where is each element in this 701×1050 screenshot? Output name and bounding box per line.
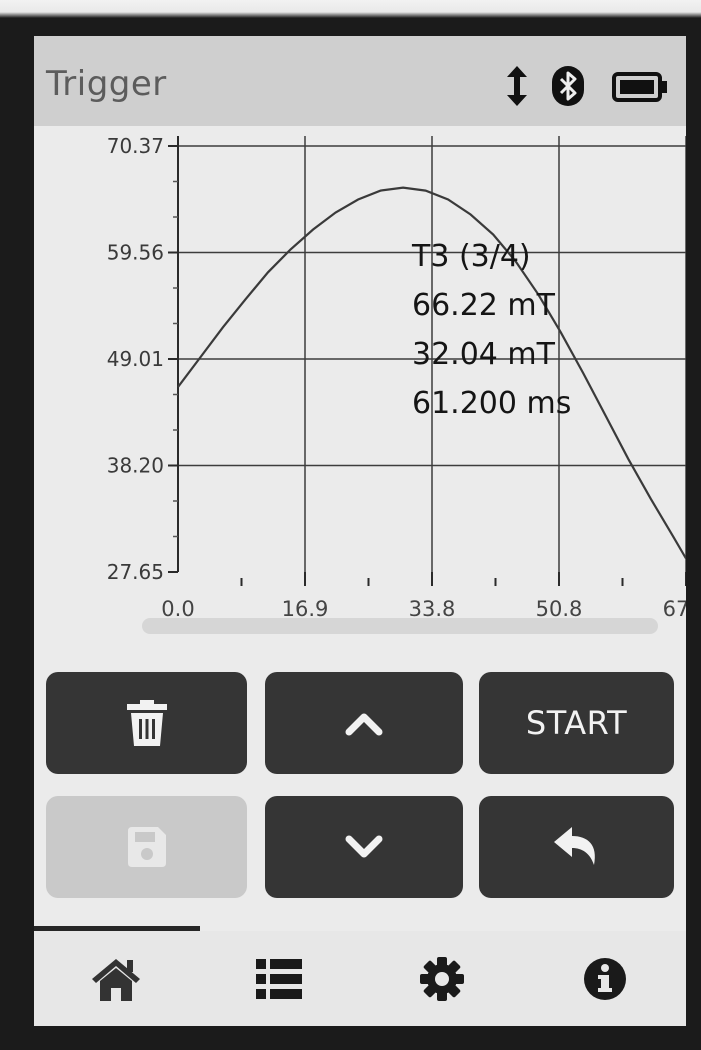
scroll-up-button[interactable] <box>265 672 463 774</box>
status-icons <box>506 66 676 106</box>
y-tick-label: 38.20 <box>107 454 164 478</box>
home-icon <box>91 958 140 1001</box>
device-screen: Trigger 70.37 59.56 49.01 38.20 27.65 0.0 16.9… <box>34 36 686 1026</box>
chevron-up-icon <box>345 713 383 736</box>
reply-arrow-icon <box>553 827 595 865</box>
chart-svg: 70.3759.5649.0138.2027.650.0 16.9 33.8 50.8… <box>107 134 686 621</box>
y-tick-label: 70.37 <box>107 134 164 158</box>
chevron-down-icon <box>345 835 383 858</box>
save-button[interactable] <box>46 796 247 898</box>
nav-list[interactable] <box>197 931 360 1026</box>
scroll-down-button[interactable] <box>265 796 463 898</box>
page-title: Trigger <box>46 64 167 104</box>
nav-settings[interactable] <box>360 931 523 1026</box>
bottom-nav <box>34 931 686 1026</box>
trash-icon <box>126 700 167 746</box>
annotation-line: 61.200 ms <box>412 386 571 421</box>
start-button[interactable]: START <box>479 672 674 774</box>
gear-icon <box>419 956 464 1001</box>
vertical-arrows-icon <box>507 66 527 106</box>
annotation-line: 66.22 mT <box>412 288 556 323</box>
start-button-label: START <box>525 704 628 742</box>
list-icon <box>255 958 302 999</box>
header-bar: Trigger <box>34 36 686 126</box>
annotation-line: T3 (3/4) <box>411 239 531 274</box>
info-icon <box>583 957 626 1000</box>
y-tick-label: 59.56 <box>107 241 164 265</box>
measurement-chart: 70.37 59.56 49.01 38.20 27.65 0.0 16.9 33.8 50.8… <box>34 126 686 656</box>
y-tick-label: 27.65 <box>107 560 164 584</box>
nav-info[interactable] <box>523 931 686 1026</box>
progress-bar <box>142 618 658 634</box>
y-tick-label: 49.01 <box>107 347 164 371</box>
nav-home[interactable] <box>34 931 197 1026</box>
annotation-line: 32.04 mT <box>412 337 556 372</box>
save-icon <box>127 827 166 867</box>
x-tick-label: 67.7 <box>663 597 686 621</box>
back-button[interactable] <box>479 796 674 898</box>
bluetooth-icon <box>552 66 584 106</box>
battery-icon <box>612 72 667 102</box>
delete-button[interactable] <box>46 672 247 774</box>
